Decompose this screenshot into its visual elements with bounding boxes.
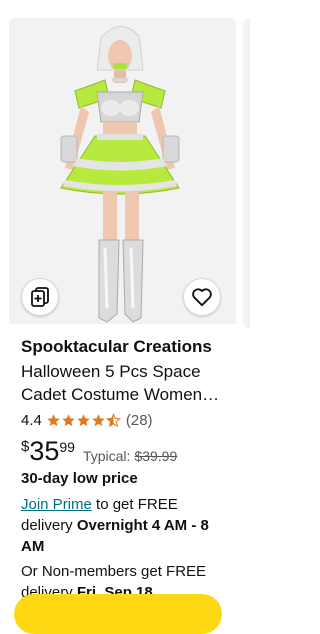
low-price-badge: 30-day low price — [21, 470, 138, 487]
star-icon — [92, 413, 105, 426]
wishlist-button[interactable] — [183, 278, 221, 316]
product-image[interactable] — [9, 18, 236, 324]
review-count[interactable]: (28) — [126, 412, 153, 429]
typical-price: Typical: $39.99 — [83, 448, 177, 464]
rating-stars — [46, 412, 121, 428]
rating-row[interactable]: 4.4 (28) — [21, 410, 233, 430]
prime-delivery-info: Join Prime to get FREE delivery Overnigh… — [21, 494, 233, 557]
heart-icon — [192, 288, 212, 307]
compare-cards-icon — [31, 287, 49, 307]
star-icon — [47, 413, 60, 426]
join-prime-link[interactable]: Join Prime — [21, 496, 92, 513]
price-whole: 35 — [29, 436, 60, 466]
typical-price-value: $39.99 — [134, 448, 178, 464]
product-title[interactable]: Halloween 5 Pcs Space Cadet Costume Wome… — [21, 361, 233, 406]
add-to-cart-button[interactable] — [14, 594, 222, 634]
price-row: $ 35 99 Typical: $39.99 — [21, 436, 233, 468]
compare-button[interactable] — [21, 278, 59, 316]
star-icon — [62, 413, 75, 426]
brand-name: Spooktacular Creations — [21, 337, 212, 356]
half-star-icon — [105, 412, 121, 427]
price-symbol: $ — [21, 438, 30, 455]
star-icon — [77, 413, 90, 426]
next-product-card-edge[interactable] — [243, 18, 250, 328]
price-fraction: 99 — [59, 439, 75, 455]
rating-value: 4.4 — [21, 411, 42, 429]
product-card[interactable]: Spooktacular Creations Halloween 5 Pcs S… — [9, 18, 236, 618]
typical-price-label: Typical: — [82, 448, 131, 464]
product-info: Spooktacular Creations Halloween 5 Pcs S… — [21, 336, 233, 603]
